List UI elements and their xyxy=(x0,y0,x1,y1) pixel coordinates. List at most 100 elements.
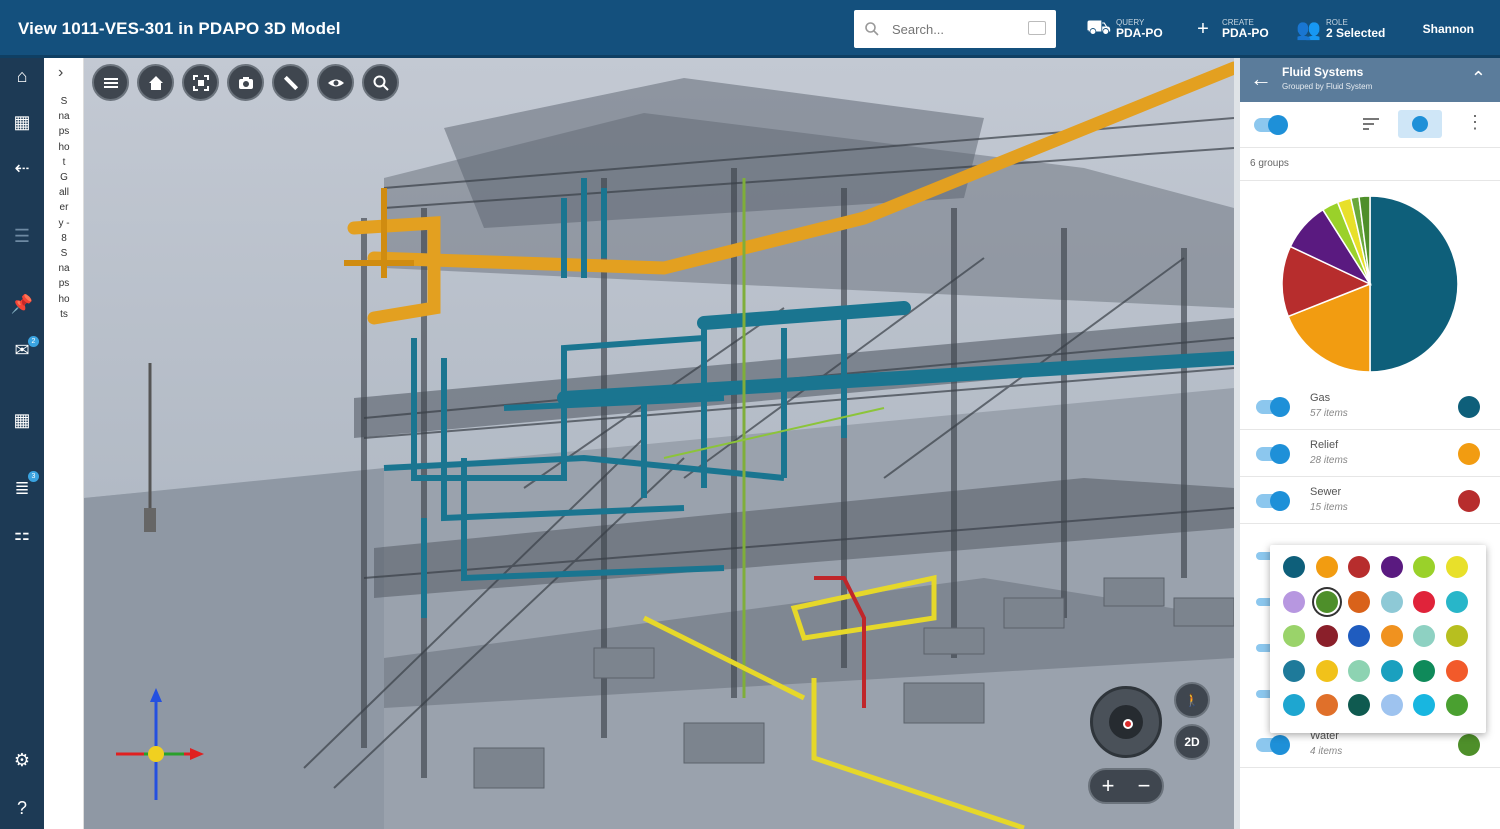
group-toggle[interactable] xyxy=(1256,444,1290,464)
group-row-gas[interactable]: Gas 57 items xyxy=(1240,384,1500,430)
search-input[interactable] xyxy=(892,19,1022,39)
tasks-badge: 3 xyxy=(28,471,39,482)
home-icon xyxy=(148,75,163,90)
groups-count: 6 groups xyxy=(1250,158,1289,169)
snapshot-button[interactable] xyxy=(227,64,264,101)
chevron-up-icon[interactable]: ⌃ xyxy=(1471,68,1486,89)
master-toggle[interactable] xyxy=(1254,115,1288,135)
color-swatch[interactable] xyxy=(1445,590,1468,613)
color-swatch[interactable] xyxy=(1445,659,1468,682)
dashboard-icon[interactable]: ▦ xyxy=(0,108,44,136)
color-swatch[interactable] xyxy=(1348,590,1370,613)
walk-mode-button[interactable]: 🚶 xyxy=(1174,682,1210,718)
sort-icon[interactable] xyxy=(1362,116,1380,132)
pie-chart-icon xyxy=(1412,116,1428,132)
color-swatch[interactable] xyxy=(1283,556,1305,578)
color-swatch[interactable] xyxy=(1445,694,1468,716)
panel-subtitle: Grouped by Fluid System xyxy=(1282,82,1373,91)
back-arrow-icon[interactable]: ← xyxy=(1250,66,1272,92)
fit-view-button[interactable] xyxy=(182,64,219,101)
group-row-relief[interactable]: Relief 28 items xyxy=(1240,431,1500,477)
fluid-systems-pie-chart xyxy=(1281,195,1459,373)
navigation-wheel[interactable] xyxy=(1090,686,1162,758)
zoom-in-button[interactable]: + xyxy=(1102,773,1115,799)
group-toggle[interactable] xyxy=(1256,491,1290,511)
app-window: View 1011-VES-301 in PDAPO 3D Model ⛟ QU… xyxy=(0,0,1500,829)
snapshot-gallery-label: Snapshot Gallery - 8 Snapshots xyxy=(58,96,73,320)
back-arrow-icon[interactable]: ⇠ xyxy=(0,154,44,182)
gear-icon[interactable]: ⚙ xyxy=(0,746,44,774)
pin-icon[interactable]: 📌 xyxy=(0,290,44,318)
help-icon[interactable]: ? xyxy=(0,794,44,822)
color-swatch[interactable] xyxy=(1348,556,1370,578)
3d-viewport[interactable]: 🚶 2D + − xyxy=(84,58,1234,829)
more-options-icon[interactable]: ⋮ xyxy=(1466,112,1484,133)
group-color-swatch[interactable] xyxy=(1458,396,1480,418)
role-button[interactable]: 👥 ROLE 2 Selected xyxy=(1296,12,1385,46)
view-2d-button[interactable]: 2D xyxy=(1174,724,1210,760)
color-swatch[interactable] xyxy=(1283,625,1305,647)
color-swatch[interactable] xyxy=(1283,590,1305,613)
group-row-sewer[interactable]: Sewer 15 items xyxy=(1240,478,1500,524)
panel-title: Fluid Systems xyxy=(1282,65,1364,79)
group-color-swatch[interactable] xyxy=(1458,490,1480,512)
color-swatch[interactable] xyxy=(1413,556,1435,578)
color-swatch[interactable] xyxy=(1348,625,1370,647)
visibility-button[interactable] xyxy=(317,64,354,101)
chevron-right-icon[interactable]: › xyxy=(58,64,63,82)
keyboard-icon[interactable] xyxy=(1028,21,1046,35)
hamburger-icon xyxy=(103,77,118,88)
org-icon[interactable]: ⚏ xyxy=(0,520,44,548)
color-swatch[interactable] xyxy=(1413,590,1435,613)
create-button[interactable]: + CREATE PDA-PO xyxy=(1192,12,1269,46)
group-count: 28 items xyxy=(1310,455,1348,466)
pie-chart-toggle-button[interactable] xyxy=(1398,110,1442,138)
group-name: Sewer xyxy=(1310,486,1342,498)
measure-button[interactable] xyxy=(272,64,309,101)
color-swatch[interactable] xyxy=(1380,659,1403,682)
color-swatch[interactable] xyxy=(1413,694,1435,716)
pie-slice-gas[interactable] xyxy=(1369,195,1459,373)
group-toggle[interactable] xyxy=(1256,735,1290,755)
panel-toolbar: ⋮ xyxy=(1240,102,1500,148)
color-swatch[interactable] xyxy=(1413,625,1435,647)
color-swatch[interactable] xyxy=(1315,625,1338,647)
color-swatch[interactable] xyxy=(1348,659,1370,682)
person-walk-icon: 🚶 xyxy=(1184,693,1200,707)
3d-model-scene xyxy=(84,58,1234,829)
camera-icon xyxy=(238,76,253,89)
group-toggle[interactable] xyxy=(1256,397,1290,417)
color-swatch[interactable] xyxy=(1380,625,1403,647)
color-swatch[interactable] xyxy=(1283,694,1305,716)
color-swatch[interactable] xyxy=(1348,694,1370,716)
create-small-label: CREATE xyxy=(1222,17,1254,27)
color-swatch[interactable] xyxy=(1413,659,1435,682)
snapshot-gallery-strip[interactable]: › Snapshot Gallery - 8 Snapshots xyxy=(44,58,84,829)
user-menu[interactable]: Shannon xyxy=(1423,22,1474,36)
home-view-button[interactable] xyxy=(137,64,174,101)
left-rail: ⌂ ▦ ⇠ ☰ 📌 ✉ 2 ▦ ≣ 3 ⚏ ⚙ ? xyxy=(0,58,44,829)
color-swatch[interactable] xyxy=(1315,556,1338,578)
search-icon xyxy=(865,22,879,36)
group-color-swatch[interactable] xyxy=(1458,443,1480,465)
zoom-out-button[interactable]: − xyxy=(1138,773,1151,799)
color-swatch[interactable] xyxy=(1315,694,1338,716)
color-swatch[interactable] xyxy=(1380,590,1403,613)
apps-icon[interactable]: ▦ xyxy=(0,406,44,434)
menu-button[interactable] xyxy=(92,64,129,101)
group-color-swatch[interactable] xyxy=(1458,734,1480,756)
query-button[interactable]: ⛟ QUERY PDA-PO xyxy=(1086,12,1163,46)
color-swatch[interactable] xyxy=(1283,659,1305,682)
divider xyxy=(1240,180,1500,181)
color-swatch[interactable] xyxy=(1315,659,1338,682)
color-swatch[interactable] xyxy=(1445,556,1468,578)
navigation-wheel-dot xyxy=(1123,719,1133,729)
color-swatch[interactable] xyxy=(1380,694,1403,716)
color-swatch[interactable] xyxy=(1445,625,1468,647)
home-icon[interactable]: ⌂ xyxy=(0,62,44,90)
zoom-box-button[interactable] xyxy=(362,64,399,101)
list-icon[interactable]: ☰ xyxy=(0,222,44,250)
search-box[interactable] xyxy=(854,10,1056,48)
color-swatch[interactable] xyxy=(1380,556,1403,578)
color-swatch[interactable] xyxy=(1315,590,1338,613)
